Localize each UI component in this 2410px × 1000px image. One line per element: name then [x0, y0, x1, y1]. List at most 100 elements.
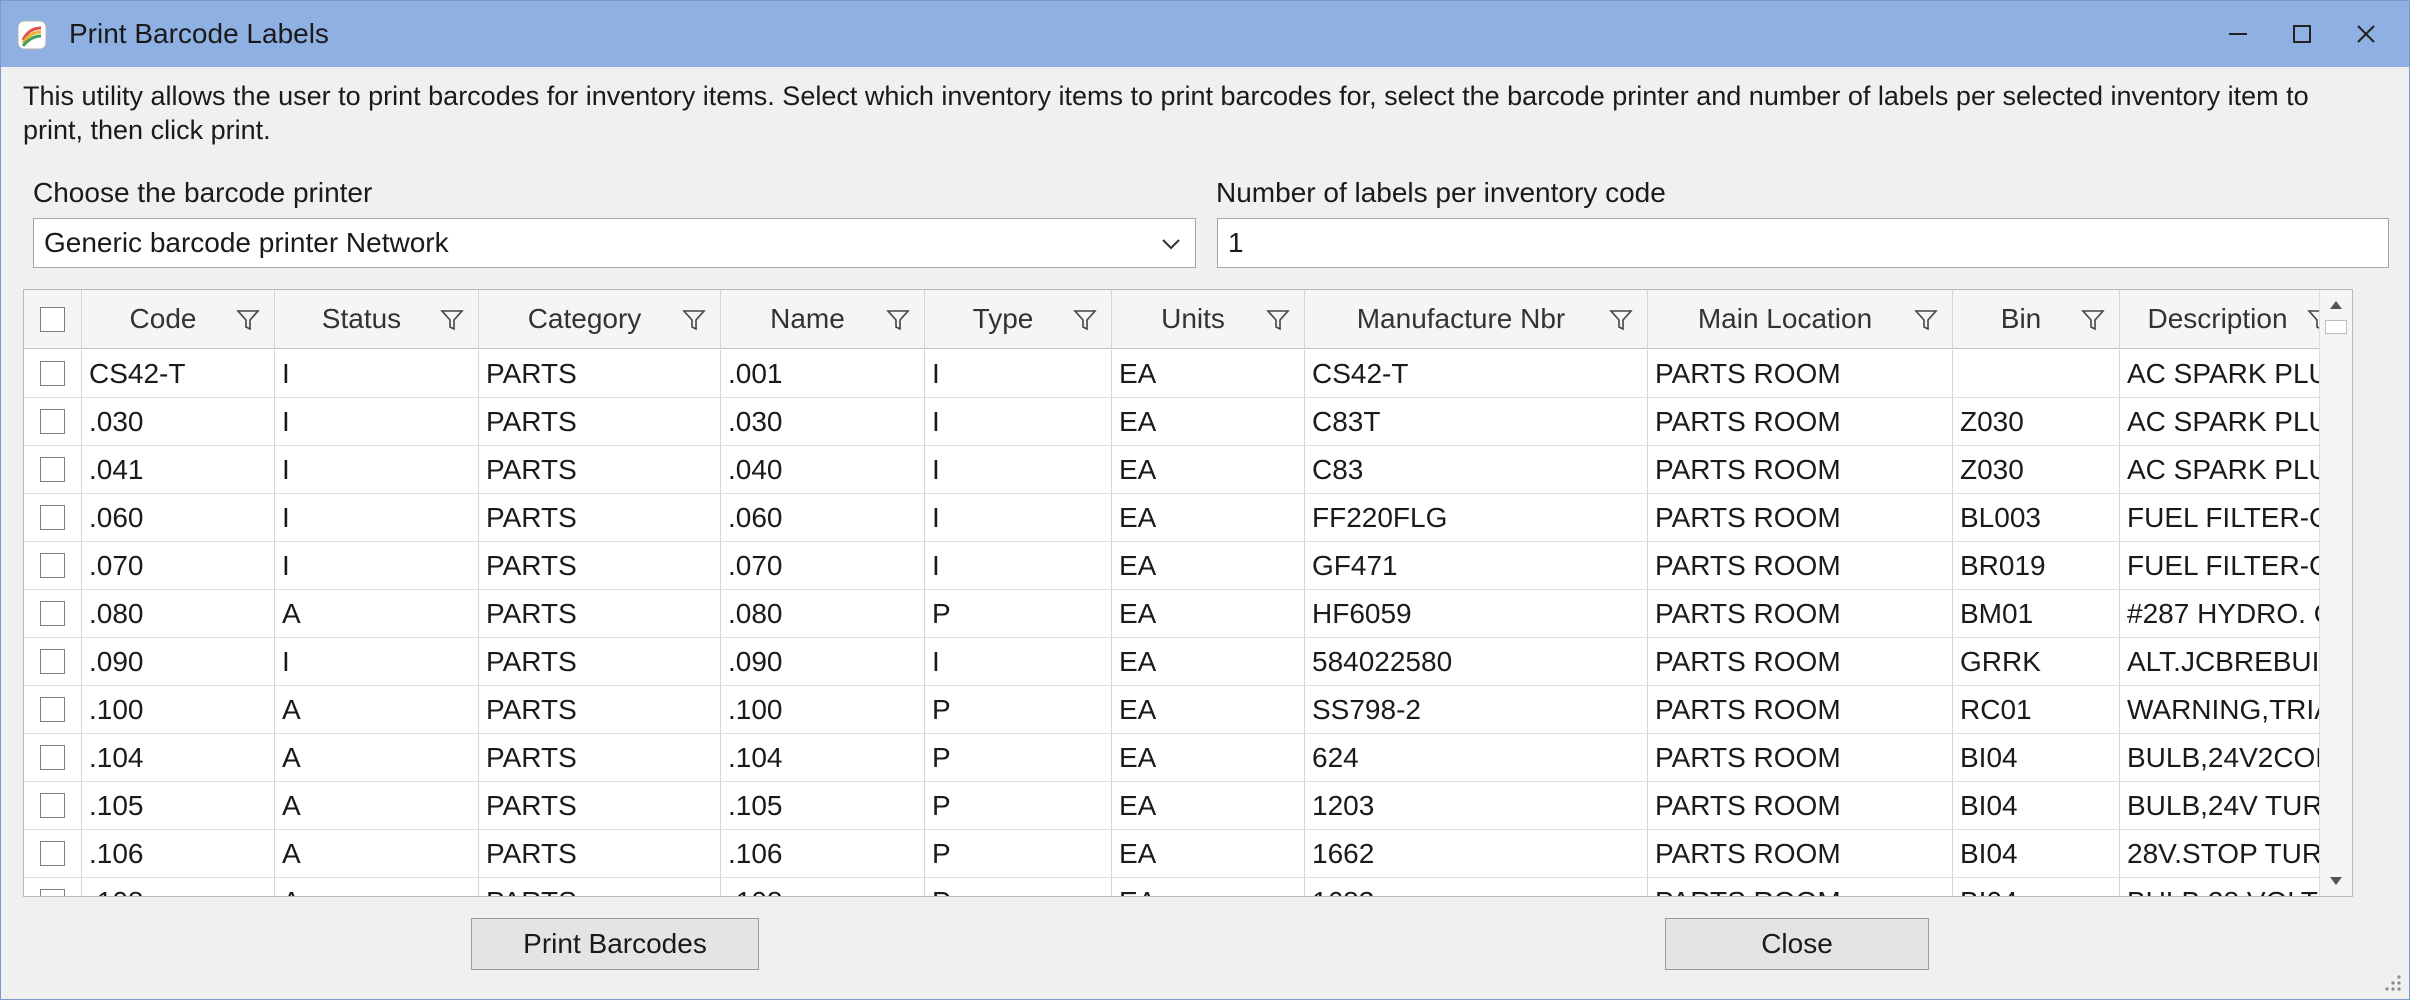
- cell-code: .104: [82, 734, 275, 781]
- cell-code: .070: [82, 542, 275, 589]
- table-row[interactable]: .070 I PARTS .070 I EA GF471 PARTS ROOM BR019 FUE…: [24, 542, 2346, 590]
- table-row[interactable]: .106 A PARTS .106 P EA 1662 PARTS ROOM BI04 28V.S…: [24, 830, 2346, 878]
- cell-category: PARTS: [479, 494, 721, 541]
- maximize-button[interactable]: [2270, 1, 2334, 67]
- table-row[interactable]: .104 A PARTS .104 P EA 624 PARTS ROOM BI04 BULB,2…: [24, 734, 2346, 782]
- printer-select[interactable]: Generic barcode printer Network: [33, 218, 1196, 268]
- cell-status: I: [275, 638, 479, 685]
- cell-manufacture-nbr: 584022580: [1305, 638, 1648, 685]
- cell-code: .060: [82, 494, 275, 541]
- printer-label: Choose the barcode printer: [33, 177, 373, 208]
- column-header-label: Code: [129, 303, 197, 334]
- row-checkbox[interactable]: [40, 745, 65, 770]
- scrollbar-thumb[interactable]: [2325, 320, 2347, 334]
- cell-main-location: PARTS ROOM: [1648, 638, 1953, 685]
- cell-name: .001: [721, 350, 925, 397]
- cell-manufacture-nbr: 1662: [1305, 830, 1648, 877]
- row-checkbox[interactable]: [40, 649, 65, 674]
- close-window-button[interactable]: [2334, 1, 2398, 67]
- cell-bin: Z030: [1953, 398, 2120, 445]
- table-row[interactable]: .080 A PARTS .080 P EA HF6059 PARTS ROOM BM01 #28…: [24, 590, 2346, 638]
- table-row[interactable]: .090 I PARTS .090 I EA 584022580 PARTS ROOM GRRK…: [24, 638, 2346, 686]
- filter-icon[interactable]: [2081, 308, 2105, 332]
- cell-status: A: [275, 782, 479, 829]
- cell-main-location: PARTS ROOM: [1648, 782, 1953, 829]
- filter-icon[interactable]: [682, 308, 706, 332]
- cell-category: PARTS: [479, 686, 721, 733]
- close-button[interactable]: Close: [1665, 918, 1929, 970]
- cell-type: I: [925, 350, 1112, 397]
- column-header-manufacture-nbr[interactable]: Manufacture Nbr: [1305, 290, 1648, 348]
- table-row[interactable]: .060 I PARTS .060 I EA FF220FLG PARTS ROOM BL003…: [24, 494, 2346, 542]
- column-header-code[interactable]: Code: [82, 290, 275, 348]
- table-row[interactable]: .100 A PARTS .100 P EA SS798-2 PARTS ROOM RC01 WA…: [24, 686, 2346, 734]
- row-checkbox[interactable]: [40, 601, 65, 626]
- table-row[interactable]: .105 A PARTS .105 P EA 1203 PARTS ROOM BI04 BULB,…: [24, 782, 2346, 830]
- row-checkbox[interactable]: [40, 841, 65, 866]
- labels-count-input[interactable]: 1: [1217, 218, 2389, 268]
- column-header-description[interactable]: Description: [2120, 290, 2346, 348]
- cell-units: EA: [1112, 638, 1305, 685]
- inventory-grid[interactable]: Code Status Category Name Type Units Manufactu…: [23, 289, 2353, 897]
- row-checkbox[interactable]: [40, 553, 65, 578]
- column-header-name[interactable]: Name: [721, 290, 925, 348]
- cell-manufacture-nbr: FF220FLG: [1305, 494, 1648, 541]
- cell-manufacture-nbr: 1683: [1305, 878, 1648, 896]
- cell-name: .100: [721, 686, 925, 733]
- title-bar[interactable]: Print Barcode Labels: [1, 1, 2409, 67]
- table-row[interactable]: .030 I PARTS .030 I EA C83T PARTS ROOM Z030 AC SP…: [24, 398, 2346, 446]
- filter-icon[interactable]: [236, 308, 260, 332]
- row-checkbox[interactable]: [40, 889, 65, 896]
- cell-type: P: [925, 782, 1112, 829]
- table-row[interactable]: .108APARTS.108PEA1683PARTS ROOMBI04BULB,…: [24, 878, 2346, 896]
- cell-type: P: [925, 830, 1112, 877]
- column-header-category[interactable]: Category: [479, 290, 721, 348]
- row-checkbox[interactable]: [40, 409, 65, 434]
- cell-bin: BI04: [1953, 830, 2120, 877]
- row-checkbox[interactable]: [40, 457, 65, 482]
- column-header-type[interactable]: Type: [925, 290, 1112, 348]
- vertical-scrollbar[interactable]: [2319, 290, 2352, 896]
- filter-icon[interactable]: [1914, 308, 1938, 332]
- cell-manufacture-nbr: 624: [1305, 734, 1648, 781]
- column-header-label: Type: [972, 303, 1034, 334]
- cell-manufacture-nbr: CS42-T: [1305, 350, 1648, 397]
- cell-category: PARTS: [479, 830, 721, 877]
- column-header-units[interactable]: Units: [1112, 290, 1305, 348]
- cell-status: I: [275, 542, 479, 589]
- cell-manufacture-nbr: HF6059: [1305, 590, 1648, 637]
- cell-name: .080: [721, 590, 925, 637]
- filter-icon[interactable]: [440, 308, 464, 332]
- cell-main-location: PARTS ROOM: [1648, 686, 1953, 733]
- print-barcodes-button[interactable]: Print Barcodes: [471, 918, 759, 970]
- cell-description: FUEL FILTER-GA: [2120, 542, 2346, 589]
- column-header-main-location[interactable]: Main Location: [1648, 290, 1953, 348]
- column-header-status[interactable]: Status: [275, 290, 479, 348]
- cell-type: I: [925, 446, 1112, 493]
- maximize-icon: [2293, 25, 2311, 43]
- filter-icon[interactable]: [1266, 308, 1290, 332]
- column-header-label: Manufacture Nbr: [1356, 303, 1566, 334]
- resize-grip-icon[interactable]: [2383, 973, 2403, 993]
- labels-count-label: Number of labels per inventory code: [1216, 177, 1666, 208]
- filter-icon[interactable]: [1609, 308, 1633, 332]
- filter-icon[interactable]: [1073, 308, 1097, 332]
- cell-code: .030: [82, 398, 275, 445]
- row-checkbox[interactable]: [40, 697, 65, 722]
- minimize-button[interactable]: [2206, 1, 2270, 67]
- cell-status: A: [275, 878, 479, 896]
- select-all-checkbox[interactable]: [40, 306, 65, 332]
- column-header-label: Description: [2147, 303, 2288, 334]
- table-row[interactable]: .041 I PARTS .040 I EA C83 PARTS ROOM Z030 AC SPA…: [24, 446, 2346, 494]
- cell-bin: BL003: [1953, 494, 2120, 541]
- filter-icon[interactable]: [886, 308, 910, 332]
- column-header-bin[interactable]: Bin: [1953, 290, 2120, 348]
- column-header-label: Category: [527, 303, 642, 334]
- row-checkbox[interactable]: [40, 793, 65, 818]
- row-select-cell: [24, 782, 82, 829]
- row-checkbox[interactable]: [40, 505, 65, 530]
- print-barcode-window: Print Barcode Labels This utility allows…: [0, 0, 2410, 1000]
- cell-description: ALT.JCBREBUIL: [2120, 638, 2346, 685]
- table-row[interactable]: CS42-T I PARTS .001 I EA CS42-T PARTS ROOM AC SP…: [24, 350, 2346, 398]
- row-checkbox[interactable]: [40, 361, 65, 386]
